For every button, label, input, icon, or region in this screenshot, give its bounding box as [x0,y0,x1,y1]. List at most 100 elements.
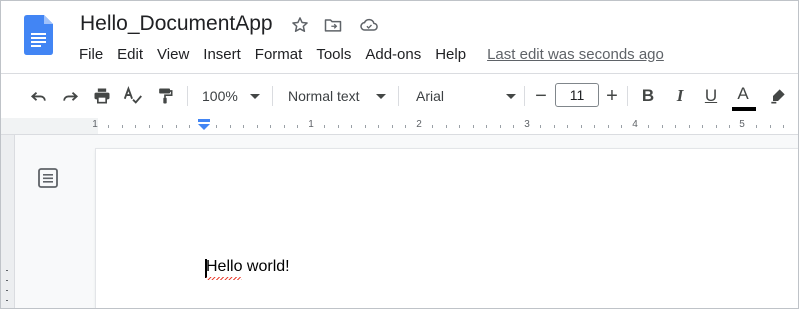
ruler-tick [594,125,595,128]
title-bar: Hello_DocumentApp File Edit View Insert … [0,0,799,74]
toolbar-separator [398,86,399,106]
ruler-tick [351,125,352,128]
font-family-select[interactable]: Arial [416,84,516,108]
zoom-select[interactable]: 100% [202,84,260,108]
vertical-ruler-tick [6,300,8,301]
ruler-tick [405,125,406,128]
highlight-icon[interactable] [765,83,791,109]
font-size-input[interactable]: 11 [555,83,599,107]
ruler-tick [297,125,298,128]
ruler-tick [176,125,177,128]
ruler-tick [513,125,514,128]
vertical-ruler-tick [6,280,8,281]
ruler-tick [108,125,109,128]
ruler-tick [216,125,217,128]
ruler-tick [135,125,136,128]
ruler-tick [378,125,379,128]
ruler-tick [459,125,460,128]
chevron-down-icon [506,94,516,99]
ruler-tick [675,125,676,128]
undo-icon[interactable] [26,83,52,109]
menu-tools[interactable]: Tools [309,46,358,63]
ruler-tick [257,125,258,128]
toolbar-separator [524,86,525,106]
chevron-down-icon [376,94,386,99]
vertical-ruler-tick [6,290,8,291]
toolbar-separator [627,86,628,106]
menu-add-ons[interactable]: Add-ons [358,46,428,63]
print-icon[interactable] [89,83,115,109]
chevron-down-icon [250,94,260,99]
menu-format[interactable]: Format [248,46,310,63]
document-outline-icon[interactable] [37,167,59,189]
ruler-tick [149,125,150,128]
cloud-saved-icon[interactable] [358,14,380,36]
ruler-tick [554,125,555,128]
menu-help[interactable]: Help [428,46,473,63]
ruler-tick [162,125,163,128]
star-icon[interactable] [289,14,311,36]
ruler-tick [648,125,649,128]
ruler-tick [324,125,325,128]
spellcheck-icon[interactable] [120,83,146,109]
paragraph-style-select[interactable]: Normal text [288,84,386,108]
move-to-folder-icon[interactable] [322,14,344,36]
ruler-label: 2 [416,119,422,130]
vertical-ruler-tick [6,270,8,271]
vertical-ruler[interactable] [0,135,15,309]
ruler-tick [756,125,757,128]
decrease-font-size-button[interactable]: − [528,83,554,109]
increase-font-size-button[interactable]: + [599,83,625,109]
spelling-underline [206,277,242,280]
paragraph-style-value: Normal text [288,88,360,104]
ruler-label: 5 [739,119,745,130]
ruler-tick [567,125,568,128]
ruler-tick [486,125,487,128]
toolbar-separator [187,86,188,106]
ruler-tick [729,125,730,128]
text-color-label: A [737,84,749,103]
google-docs-logo[interactable] [24,15,53,55]
indent-marker-icon[interactable] [197,119,211,131]
ruler-tick [662,125,663,128]
ruler-tick [432,125,433,128]
redo-icon[interactable] [57,83,83,109]
ruler-tick [284,125,285,128]
text-color-bar [732,107,756,111]
last-edit-link[interactable]: Last edit was seconds ago [487,46,664,63]
menu-view[interactable]: View [150,46,196,63]
menu-file[interactable]: File [72,46,110,63]
italic-button[interactable]: I [667,83,693,109]
font-family-value: Arial [416,88,445,104]
ruler-label: 1 [308,119,314,130]
underline-button[interactable]: U [698,83,724,109]
ruler-tick [581,125,582,128]
document-page[interactable] [96,149,799,309]
ruler-tick [702,125,703,128]
ruler-tick [770,125,771,128]
ruler-tick [243,125,244,128]
text-color-button[interactable]: A [730,83,756,109]
toolbar-separator [272,86,273,106]
document-title[interactable]: Hello_DocumentApp [80,12,273,36]
zoom-value: 100% [202,88,238,104]
ruler-tick [122,125,123,128]
document-body-text[interactable]: Hello world! [206,258,290,276]
ruler-tick [189,125,190,128]
ruler-label: 3 [524,119,530,130]
ruler-tick [473,125,474,128]
ruler-tick [716,125,717,128]
ruler-tick [621,125,622,128]
toolbar: 100% Normal text Arial B I U A [0,74,799,119]
menu-insert[interactable]: Insert [196,46,248,63]
ruler-tick [392,125,393,128]
ruler-tick [270,125,271,128]
horizontal-ruler[interactable]: 1 1 2 3 4 5 [0,118,799,135]
ruler-tick [689,125,690,128]
paint-format-icon[interactable] [152,83,178,109]
ruler-tick [230,125,231,128]
bold-button[interactable]: B [635,83,661,109]
ruler-tick [608,125,609,128]
ruler-tick [500,125,501,128]
menu-edit[interactable]: Edit [110,46,150,63]
